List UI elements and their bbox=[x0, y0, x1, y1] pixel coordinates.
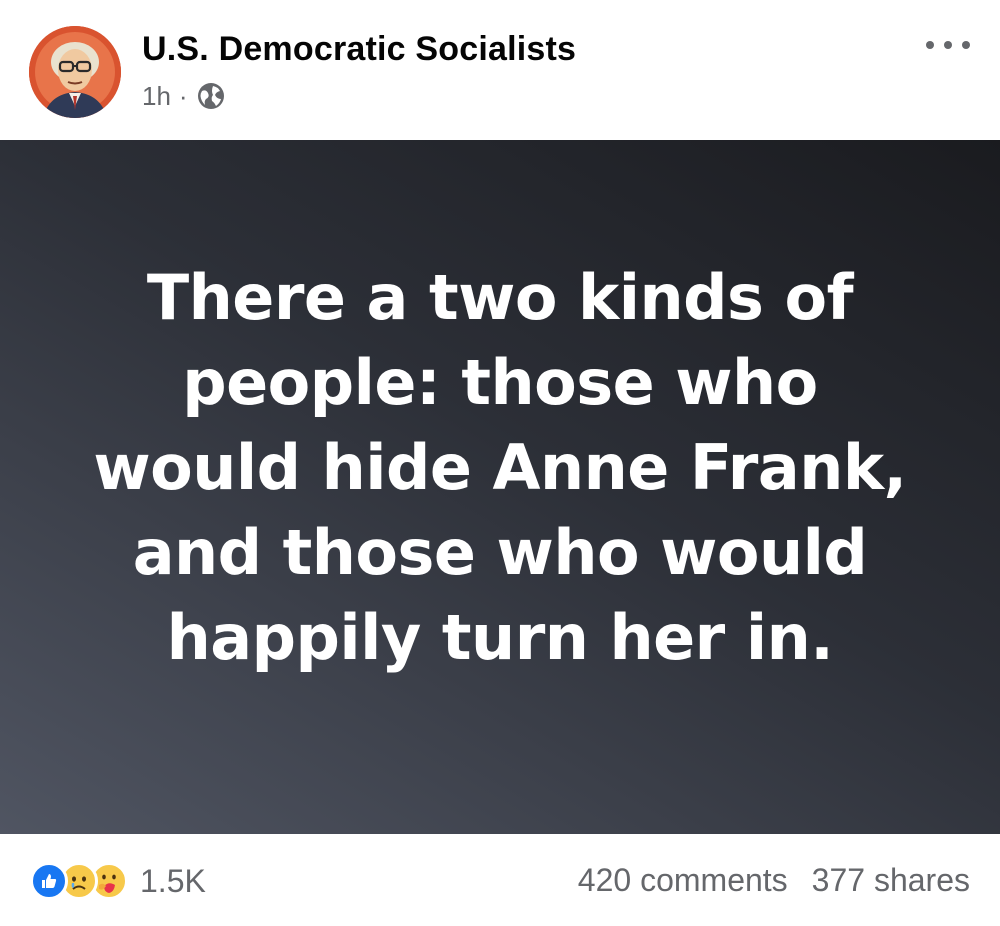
quote-text: There a two kinds of people: those who w… bbox=[93, 255, 907, 680]
more-options-dot bbox=[944, 41, 952, 49]
quote-line: happily turn her in. bbox=[166, 600, 834, 674]
avatar-portrait-icon bbox=[29, 26, 121, 118]
more-options-dot bbox=[962, 41, 970, 49]
page-name[interactable]: U.S. Democratic Socialists bbox=[142, 30, 576, 69]
reactions-summary[interactable]: 1.5K bbox=[30, 862, 206, 900]
like-icon bbox=[30, 862, 68, 900]
page-avatar[interactable] bbox=[29, 26, 121, 118]
more-options-button[interactable] bbox=[926, 30, 970, 60]
comments-count-link[interactable]: 420 comments bbox=[578, 862, 788, 899]
quote-line: and those who would bbox=[132, 515, 868, 589]
post-image-quote-card[interactable]: There a two kinds of people: those who w… bbox=[0, 140, 1000, 834]
globe-icon[interactable] bbox=[196, 81, 226, 111]
post-time[interactable]: 1h bbox=[142, 81, 171, 112]
post-meta: 1h · bbox=[142, 80, 226, 112]
quote-line: people: those who bbox=[182, 345, 818, 419]
meta-separator: · bbox=[178, 80, 188, 111]
shares-count-link[interactable]: 377 shares bbox=[812, 862, 970, 899]
quote-line: There a two kinds of bbox=[146, 260, 854, 334]
more-options-icon bbox=[926, 41, 934, 49]
engagement-counts: 420 comments 377 shares bbox=[578, 862, 970, 899]
reaction-count: 1.5K bbox=[140, 862, 206, 899]
post-header: U.S. Democratic Socialists 1h · bbox=[0, 0, 1000, 140]
quote-line: would hide Anne Frank, bbox=[93, 430, 907, 504]
facebook-post: U.S. Democratic Socialists 1h · There a … bbox=[0, 0, 1000, 926]
post-footer: 1.5K 420 comments 377 shares bbox=[0, 834, 1000, 926]
